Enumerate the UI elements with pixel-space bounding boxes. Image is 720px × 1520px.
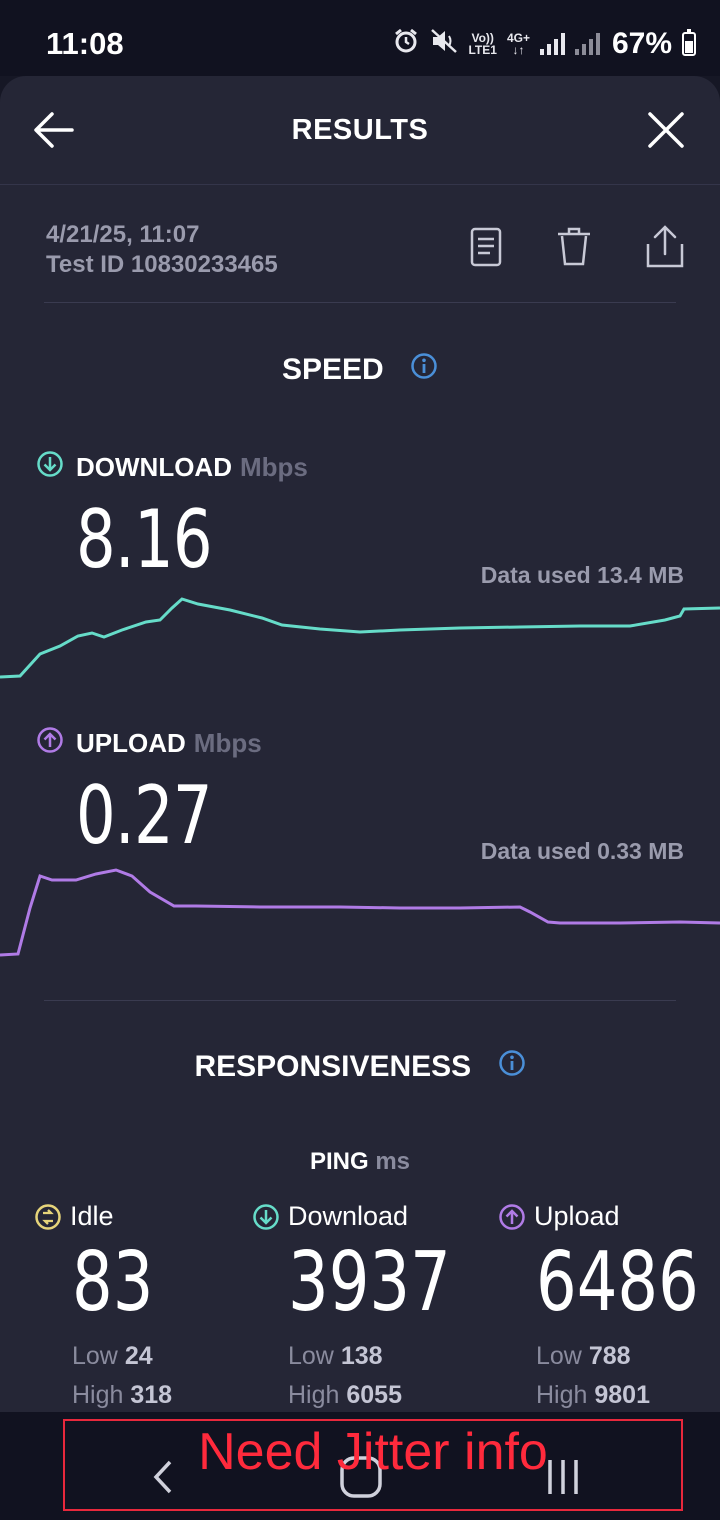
volte-indicator: Vo)) LTE1 — [468, 32, 496, 56]
test-datetime: 4/21/25, 11:07 — [46, 221, 200, 248]
ping-upload-value: 6486 — [536, 1235, 699, 1330]
ping-idle-label: Idle — [34, 1201, 176, 1232]
upload-graph — [0, 868, 720, 957]
responsiveness-title-label: RESPONSIVENESS — [194, 1050, 472, 1084]
status-icons: Vo)) LTE1 4G+ ↓↑ 67% — [392, 24, 696, 64]
download-ping-label-text: Download — [288, 1201, 409, 1231]
speed-info-icon[interactable] — [410, 352, 438, 388]
ping-download-high: High 6055 — [288, 1381, 497, 1410]
ping-idle-high: High 318 — [72, 1381, 176, 1410]
delete-button[interactable] — [554, 224, 598, 274]
test-id: Test ID 10830233465 — [46, 251, 278, 278]
responsiveness-info-icon[interactable] — [498, 1049, 526, 1085]
ping-idle-column: Idle 83 Low 24 High 318 — [34, 1201, 176, 1410]
ping-idle-value: 83 — [72, 1235, 154, 1330]
ping-download-label: Download — [252, 1201, 497, 1232]
page-title: RESULTS — [291, 114, 429, 146]
lte-label: LTE1 — [468, 43, 497, 57]
ping-download-value: 3937 — [288, 1235, 451, 1330]
upload-label: UPLOAD Mbps — [36, 726, 262, 761]
low-value: 788 — [588, 1342, 631, 1370]
download-label: DOWNLOAD Mbps — [36, 450, 308, 485]
low-label: Low — [288, 1342, 334, 1370]
details-button[interactable] — [466, 224, 510, 274]
ping-idle-low: Low 24 — [72, 1342, 176, 1371]
ping-download-low: Low 138 — [288, 1342, 497, 1371]
speed-section-title: SPEED — [0, 352, 720, 388]
ping-heading: PING ms — [0, 1148, 720, 1176]
upload-graph-line — [0, 868, 720, 957]
idle-icon — [35, 1203, 61, 1230]
data-arrows-icon: ↓↑ — [512, 43, 525, 57]
upload-title: UPLOAD — [76, 728, 186, 758]
ping-upload-low: Low 788 — [536, 1342, 720, 1371]
ping-upload-high: High 9801 — [536, 1381, 720, 1410]
download-arrow-icon — [36, 450, 64, 485]
speed-title-label: SPEED — [281, 353, 384, 387]
close-button[interactable] — [642, 106, 690, 154]
low-label: Low — [536, 1342, 582, 1370]
upload-unit: Mbps — [193, 728, 262, 758]
divider — [44, 302, 676, 303]
ping-upload-label: Upload — [498, 1201, 720, 1232]
battery-icon — [682, 29, 696, 56]
high-label: High — [72, 1381, 124, 1409]
share-button[interactable] — [643, 224, 687, 274]
signal-icon — [539, 33, 565, 55]
high-label: High — [288, 1381, 340, 1409]
annotation-text: Need Jitter info — [198, 1423, 548, 1481]
low-label: Low — [72, 1342, 118, 1370]
high-value: 318 — [130, 1381, 173, 1409]
upload-arrow-icon — [499, 1203, 525, 1230]
status-bar: 11:08 Vo)) LTE1 4G+ ↓↑ 67% — [0, 0, 720, 76]
high-label: High — [536, 1381, 588, 1409]
ping-download-column: Download 3937 Low 138 High 6055 — [252, 1201, 497, 1410]
download-graph-line — [0, 597, 720, 679]
status-time: 11:08 — [46, 26, 124, 61]
alarm-icon — [392, 27, 420, 62]
share-icon — [646, 225, 684, 268]
download-graph — [0, 597, 720, 679]
upload-arrow-icon — [36, 726, 64, 761]
idle-label-text: Idle — [70, 1201, 114, 1231]
ping-upload-column: Upload 6486 Low 788 High 9801 — [498, 1201, 720, 1410]
close-icon — [648, 112, 684, 148]
high-value: 6055 — [346, 1381, 402, 1409]
download-title: DOWNLOAD — [76, 452, 232, 482]
download-unit: Mbps — [239, 452, 308, 482]
responsiveness-section-title: RESPONSIVENESS — [0, 1049, 720, 1085]
high-value: 9801 — [594, 1381, 650, 1409]
download-arrow-icon — [253, 1203, 279, 1230]
low-value: 138 — [340, 1342, 383, 1370]
divider — [44, 1000, 676, 1001]
mute-icon — [430, 27, 458, 62]
ping-label: PING — [309, 1148, 369, 1175]
download-data-used: Data used 13.4 MB — [480, 562, 684, 588]
document-icon — [470, 227, 502, 267]
results-header: RESULTS — [0, 76, 720, 185]
battery-percent: 67% — [611, 27, 672, 60]
test-meta: 4/21/25, 11:07 Test ID 10830233465 — [46, 220, 278, 280]
annotation-box: Need Jitter info — [63, 1419, 683, 1511]
low-value: 24 — [124, 1342, 153, 1370]
download-speed-value: 8.16 — [76, 493, 213, 586]
upload-ping-label-text: Upload — [534, 1201, 620, 1231]
upload-speed-value: 0.27 — [76, 769, 213, 862]
network-type: 4G+ ↓↑ — [507, 32, 530, 56]
ping-unit: ms — [375, 1148, 411, 1175]
signal-sim2-icon — [574, 33, 600, 55]
results-card: RESULTS 4/21/25, 11:07 Test ID 108302334… — [0, 76, 720, 1412]
trash-icon — [558, 227, 590, 266]
